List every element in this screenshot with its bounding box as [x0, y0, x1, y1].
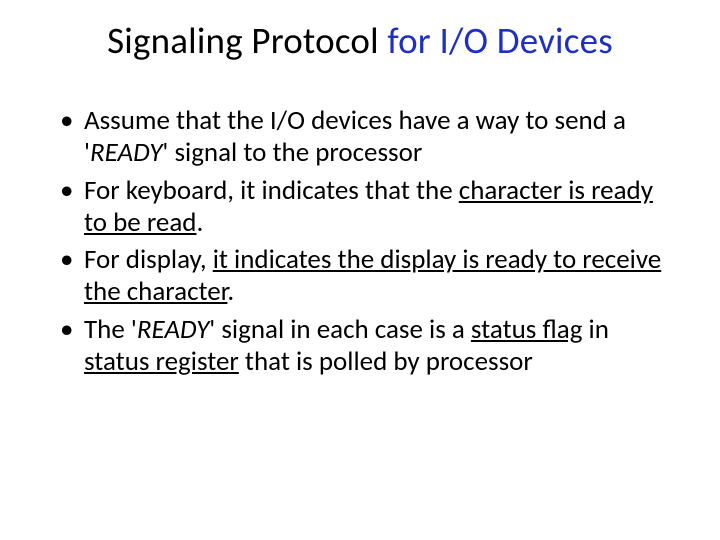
bullet-4-text-1: The: [84, 313, 131, 346]
slide-title: Signaling Protocol for I/O Devices: [40, 18, 680, 63]
title-part-1: Signaling Protocol: [107, 18, 387, 63]
bullet-3-text-1: For display,: [84, 243, 213, 276]
bullet-4-underline-2: status register: [84, 345, 239, 378]
bullet-2: For keyboard, it indicates that the char…: [60, 175, 680, 239]
bullet-4-ready: READY: [137, 313, 209, 346]
bullet-list: Assume that the I/O devices have a way t…: [40, 105, 680, 378]
bullet-1-ready: READY: [90, 136, 162, 169]
bullet-3-text-2: .: [227, 275, 234, 308]
bullet-4-text-2: signal in each case is a: [215, 313, 471, 346]
bullet-3: For display, it indicates the display is…: [60, 244, 680, 308]
title-part-2: for I/O Devices: [387, 18, 613, 63]
bullet-1: Assume that the I/O devices have a way t…: [60, 105, 680, 169]
slide: Signaling Protocol for I/O Devices Assum…: [0, 0, 720, 540]
bullet-1-text-1: Assume that the I/O devices have a way t…: [84, 104, 626, 137]
bullet-4-text-3: in: [582, 313, 609, 346]
bullet-4: The 'READY' signal in each case is a sta…: [60, 314, 680, 378]
bullet-1-text-2: signal to the processor: [168, 136, 422, 169]
bullet-4-text-4: that is polled by processor: [239, 345, 533, 378]
bullet-2-text-2: .: [196, 206, 203, 239]
bullet-2-text-1: For keyboard, it indicates that the: [84, 174, 459, 207]
bullet-4-underline-1: status flag: [471, 313, 582, 346]
